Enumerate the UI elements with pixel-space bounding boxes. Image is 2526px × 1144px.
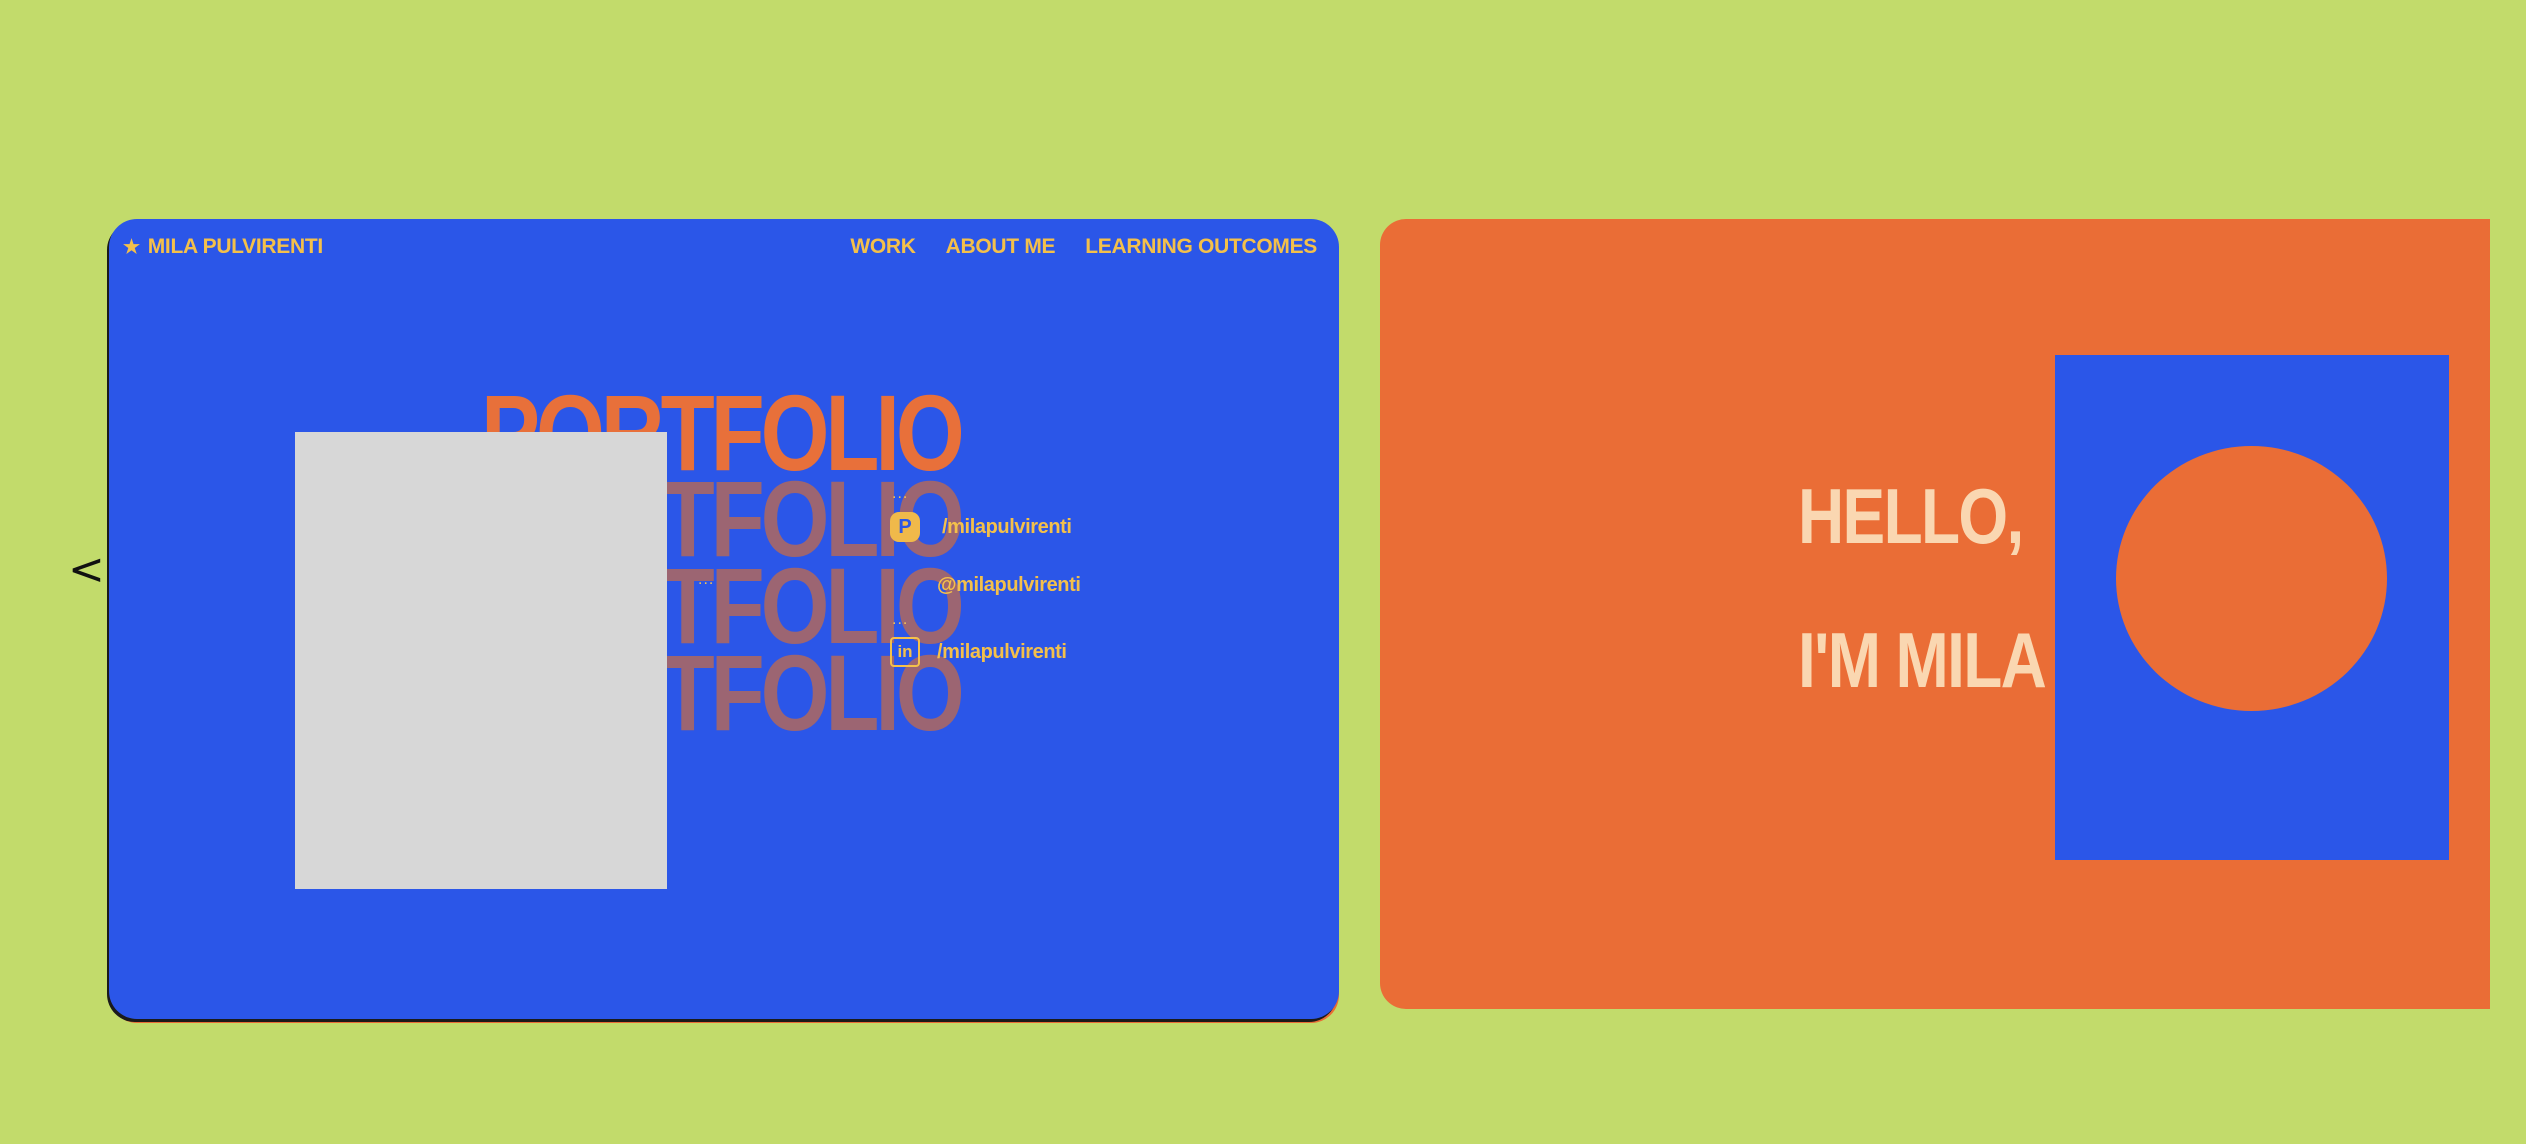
dots-separator: ... [892, 611, 909, 628]
nav-link-learning-outcomes[interactable]: LEARNING OUTCOMES [1085, 235, 1317, 259]
social-link-linkedin[interactable]: in /milapulvirenti [890, 637, 1067, 667]
brand[interactable]: ★ MILA PULVIRENTI [123, 235, 323, 259]
brand-name: MILA PULVIRENTI [147, 235, 323, 258]
portfolio-slide: ★ MILA PULVIRENTI WORK ABOUT ME LEARNING … [109, 219, 1339, 1019]
dots-separator: ... [892, 485, 909, 502]
nav-links: WORK ABOUT ME LEARNING OUTCOMES [850, 235, 1317, 259]
pinterest-icon: P [890, 512, 920, 542]
orange-circle [2116, 446, 2387, 711]
social-link-instagram[interactable]: @milapulvirenti [937, 574, 1081, 597]
social-handle: /milapulvirenti [942, 515, 1072, 538]
social-link-pinterest[interactable]: P /milapulvirenti [890, 512, 1072, 542]
hello-slide: HELLO, I'M MILA [1380, 219, 2490, 1009]
photo-placeholder [295, 432, 667, 889]
linkedin-icon: in [890, 637, 920, 667]
social-handle: /milapulvirenti [937, 640, 1067, 663]
nav-link-work[interactable]: WORK [850, 235, 916, 259]
top-nav: ★ MILA PULVIRENTI WORK ABOUT ME LEARNING … [123, 235, 1317, 273]
hello-heading-line-2: I'M MILA [1798, 616, 2047, 704]
hello-heading-line-1: HELLO, [1798, 472, 2024, 560]
star-icon: ★ [123, 237, 140, 258]
previous-slide-arrow[interactable]: < [68, 548, 105, 592]
social-handle: @milapulvirenti [937, 574, 1081, 596]
dots-separator: ... [698, 571, 715, 588]
nav-link-about-me[interactable]: ABOUT ME [946, 235, 1056, 259]
